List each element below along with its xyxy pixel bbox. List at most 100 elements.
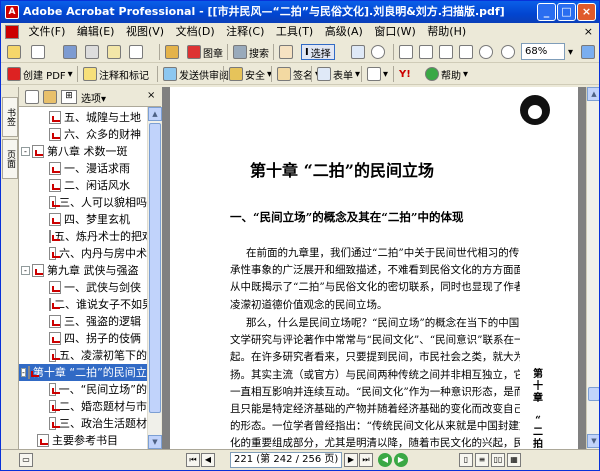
menu-tools[interactable]: 工具(T) — [272, 23, 317, 41]
document-scroll-thumb[interactable] — [588, 387, 599, 401]
zoom-dropdown-button[interactable]: ▾ — [568, 44, 573, 60]
scroll-thumb[interactable] — [149, 123, 161, 413]
open-button[interactable] — [7, 44, 21, 60]
bookmark-item[interactable]: 五、城隍与土地 — [19, 109, 147, 126]
help-menu-button[interactable]: 帮助 ▾ — [425, 66, 468, 82]
menu-help[interactable]: 帮助(H) — [423, 23, 470, 41]
bookmark-item[interactable]: 六、众多的财神 — [19, 126, 147, 143]
document-scrollbar[interactable]: ▲ ▼ — [586, 87, 599, 449]
print-button[interactable] — [85, 44, 99, 60]
create-button[interactable] — [31, 44, 45, 60]
scroll-down-arrow-icon[interactable]: ▼ — [148, 435, 162, 449]
single-page-icon[interactable]: ▭ — [19, 453, 33, 467]
bookmark-label: 五、城隍与土地 — [64, 111, 141, 124]
bookmark-item[interactable]: - 第九章 武侠与强盗 — [19, 262, 147, 279]
prev-page-icon[interactable]: ◀ — [201, 453, 215, 467]
page-number-field[interactable]: 221 (第 242 / 256 页) — [230, 452, 342, 468]
new-bookmark-icon[interactable] — [43, 90, 57, 104]
menu-document[interactable]: 文档(D) — [172, 23, 219, 41]
facing-layout-icon[interactable]: ▯▯ — [491, 453, 505, 467]
zoom-out-button[interactable] — [479, 44, 493, 60]
bookmark-item[interactable]: 三、强盗的逻辑 — [19, 313, 147, 330]
security-button[interactable]: 安全 ▾ — [229, 66, 272, 82]
delete-bookmark-icon[interactable] — [25, 90, 39, 104]
bookmark-item[interactable]: 五、炼丹术士的把戏 — [19, 228, 147, 245]
bookmark-page-icon — [49, 383, 60, 396]
select-tool-button[interactable]: I 选择 — [301, 44, 335, 60]
bookmark-page-icon — [49, 247, 60, 260]
printer-icon — [85, 45, 99, 59]
first-page-icon[interactable]: ⏮ — [186, 453, 200, 467]
bookmark-item[interactable]: 一、武侠与剑侠 — [19, 279, 147, 296]
bookmark-item[interactable]: 五、凌濛初笔下的 — [19, 347, 147, 364]
zoom-tool-button[interactable] — [371, 44, 385, 60]
zoom-in-round-button[interactable] — [501, 44, 515, 60]
bookmark-item[interactable]: 二、婚恋题材与市 — [19, 398, 147, 415]
menu-file[interactable]: 文件(F) — [25, 23, 70, 41]
collapse-toggle-icon[interactable]: - — [21, 147, 30, 156]
next-page-icon[interactable]: ▶ — [344, 453, 358, 467]
close-window-button[interactable]: × — [577, 3, 596, 21]
expand-bookmark-icon[interactable]: ⊞ — [61, 90, 77, 104]
last-page-icon[interactable]: ⏭ — [359, 453, 373, 467]
bookmark-item[interactable]: 三、人可以貌相吗 — [19, 194, 147, 211]
bookmark-item[interactable]: 四、拐子的伎俩 — [19, 330, 147, 347]
collapse-toggle-icon[interactable]: - — [21, 266, 30, 275]
scroll-down-arrow-icon[interactable]: ▼ — [587, 434, 599, 448]
bookmark-label: 二、谁说女子不如男 — [54, 298, 147, 311]
zoom-in-button[interactable] — [399, 44, 413, 60]
menu-edit[interactable]: 编辑(E) — [73, 23, 119, 41]
attach-button[interactable] — [129, 44, 143, 60]
actual-size-button[interactable] — [419, 44, 433, 60]
bookmark-item[interactable]: 六、内丹与房中术 — [19, 245, 147, 262]
menu-window[interactable]: 窗口(W) — [370, 23, 419, 41]
continuous-facing-layout-icon[interactable]: ▦ — [507, 453, 521, 467]
minimize-button[interactable]: _ — [537, 3, 556, 21]
help-icon-button[interactable] — [581, 44, 595, 60]
bookmark-item[interactable]: 二、闲话风水 — [19, 177, 147, 194]
previous-view-icon[interactable]: ◀ — [378, 453, 392, 467]
bookmark-item[interactable]: - 第八章 术数一斑 — [19, 143, 147, 160]
send-review-button[interactable]: 发送供审阅▾ — [163, 66, 236, 82]
options-button[interactable]: 选项▾ — [81, 90, 106, 105]
hand-tool-button[interactable] — [279, 44, 293, 60]
bookmark-item[interactable]: 四、梦里玄机 — [19, 211, 147, 228]
bookmark-item[interactable]: 一、漫话求雨 — [19, 160, 147, 177]
tab-pages[interactable]: 页面 — [2, 139, 18, 179]
continuous-layout-icon[interactable]: ≡ — [475, 453, 489, 467]
snapshot-button[interactable] — [351, 44, 365, 60]
search-button[interactable]: 搜索 — [233, 44, 269, 60]
menu-view[interactable]: 视图(V) — [122, 23, 168, 41]
maximize-button[interactable]: □ — [557, 3, 576, 21]
bookmark-item[interactable]: 主要参考书目 — [19, 432, 147, 449]
stamp-tool-button[interactable]: 图章 — [187, 44, 223, 60]
tab-bookmarks[interactable]: 书签 — [2, 97, 18, 137]
bookmark-item[interactable]: - 第十章 “二拍”的民间立场 — [19, 364, 147, 381]
menu-comments[interactable]: 注释(C) — [222, 23, 268, 41]
sign-button[interactable]: 签名▾ — [277, 66, 320, 82]
scroll-up-arrow-icon[interactable]: ▲ — [587, 87, 599, 101]
yahoo-button[interactable]: Y! — [399, 66, 411, 82]
single-page-layout-icon[interactable]: ▯ — [459, 453, 473, 467]
menu-advanced[interactable]: 高级(A) — [321, 23, 367, 41]
document-view[interactable]: 第十章 “二拍”的民间立场 一、“民间立场”的概念及其在“二拍”中的体现 在前面… — [162, 87, 586, 449]
close-panel-button[interactable]: × — [147, 90, 155, 101]
close-document-button[interactable]: × — [584, 25, 593, 38]
email-button[interactable] — [107, 44, 121, 60]
pages-tool-button[interactable]: ▾ — [367, 66, 388, 82]
fit-page-button[interactable] — [439, 44, 453, 60]
create-pdf-button[interactable]: 创建 PDF ▾ — [7, 66, 73, 82]
zoom-percent-field[interactable]: 68% — [521, 43, 565, 60]
bookmark-item[interactable]: 二、谁说女子不如男 — [19, 296, 147, 313]
organizer-button[interactable] — [165, 44, 179, 60]
bookmark-item[interactable]: 三、政治生活题材 — [19, 415, 147, 432]
save-button[interactable] — [63, 44, 77, 60]
bookmark-item[interactable]: 一、“民间立场”的 — [19, 381, 147, 398]
comment-markup-button[interactable]: 注释和标记 — [83, 66, 149, 82]
scroll-up-arrow-icon[interactable]: ▲ — [148, 107, 162, 121]
collapse-toggle-icon[interactable]: - — [21, 368, 26, 377]
fit-width-button[interactable] — [459, 44, 473, 60]
bookmark-scrollbar[interactable]: ▲ ▼ — [147, 107, 162, 449]
next-view-icon[interactable]: ▶ — [394, 453, 408, 467]
forms-button[interactable]: 表单 ▾ — [317, 66, 360, 82]
